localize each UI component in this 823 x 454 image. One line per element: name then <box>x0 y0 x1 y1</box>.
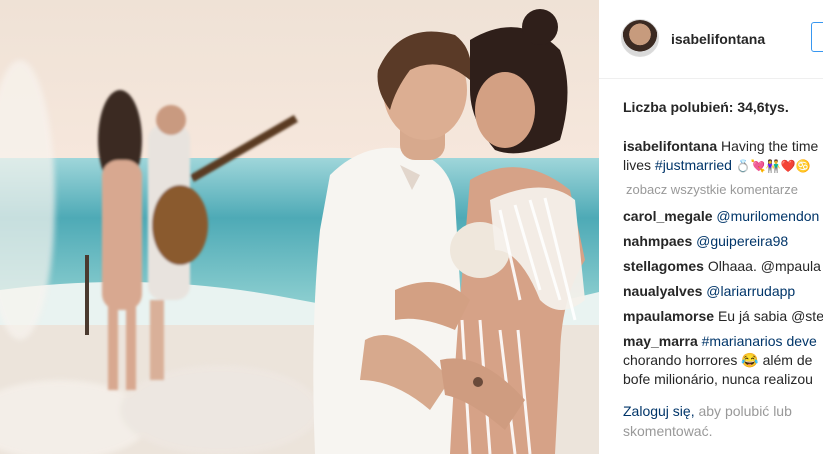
follow-button[interactable] <box>811 22 823 52</box>
caption-text-line2: lives <box>623 157 652 173</box>
comment-text[interactable]: @murilomendon <box>716 208 819 224</box>
comment-text: Olhaaa. @mpaula <box>707 258 821 274</box>
wedding-beach-image <box>0 0 599 454</box>
caption-emojis: 💍💘👫❤️♋ <box>735 159 811 173</box>
comment-text: Eu já sabia @ste <box>717 308 823 324</box>
caption-username[interactable]: isabelifontana <box>623 138 717 154</box>
comment-text[interactable]: @lariarrudapp <box>706 283 795 299</box>
comment-text[interactable]: #marianarios deve <box>702 333 817 349</box>
hashtag-link[interactable]: #justmarried <box>655 157 732 173</box>
comment-text[interactable]: @guipereira98 <box>696 233 788 249</box>
comment-item: nahmpaes @guipereira98 <box>623 232 788 251</box>
comment-text-line3: bofe milionário, nunca realizou <box>623 371 813 387</box>
comment-item: carol_megale @murilomendon <box>623 207 819 226</box>
comment-username[interactable]: mpaulamorse <box>623 308 714 324</box>
view-all-comments-link[interactable]: zobacz wszystkie komentarze <box>626 182 798 197</box>
comment-item: mpaulamorse Eu já sabia @ste <box>623 307 823 326</box>
login-link[interactable]: Zaloguj się, <box>623 403 695 419</box>
comment-username[interactable]: carol_megale <box>623 208 713 224</box>
post-side-panel: isabelifontana Liczba polubień: 34,6tys.… <box>599 0 823 454</box>
author-username[interactable]: isabelifontana <box>671 31 765 47</box>
likes-count[interactable]: Liczba polubień: 34,6tys. <box>623 99 789 115</box>
comment-item: may_marra #marianarios deve chorando hor… <box>623 332 817 389</box>
caption-text-line1: Having the time <box>721 138 819 154</box>
comment-item: naualyalves @lariarrudapp <box>623 282 795 301</box>
comment-username[interactable]: nahmpaes <box>623 233 692 249</box>
comment-username[interactable]: may_marra <box>623 333 698 349</box>
post-caption: isabelifontana Having the time lives #ju… <box>623 137 823 176</box>
comment-username[interactable]: naualyalves <box>623 283 702 299</box>
avatar[interactable] <box>621 19 659 57</box>
post-header: isabelifontana <box>599 0 823 79</box>
login-prompt: Zaloguj się, aby polubić lub skomentować… <box>623 401 813 441</box>
post-photo[interactable] <box>0 0 599 454</box>
comment-text-line2: chorando horrores 😂 além de <box>623 352 813 368</box>
comment-username[interactable]: stellagomes <box>623 258 704 274</box>
comment-item: stellagomes Olhaaa. @mpaula <box>623 257 821 276</box>
